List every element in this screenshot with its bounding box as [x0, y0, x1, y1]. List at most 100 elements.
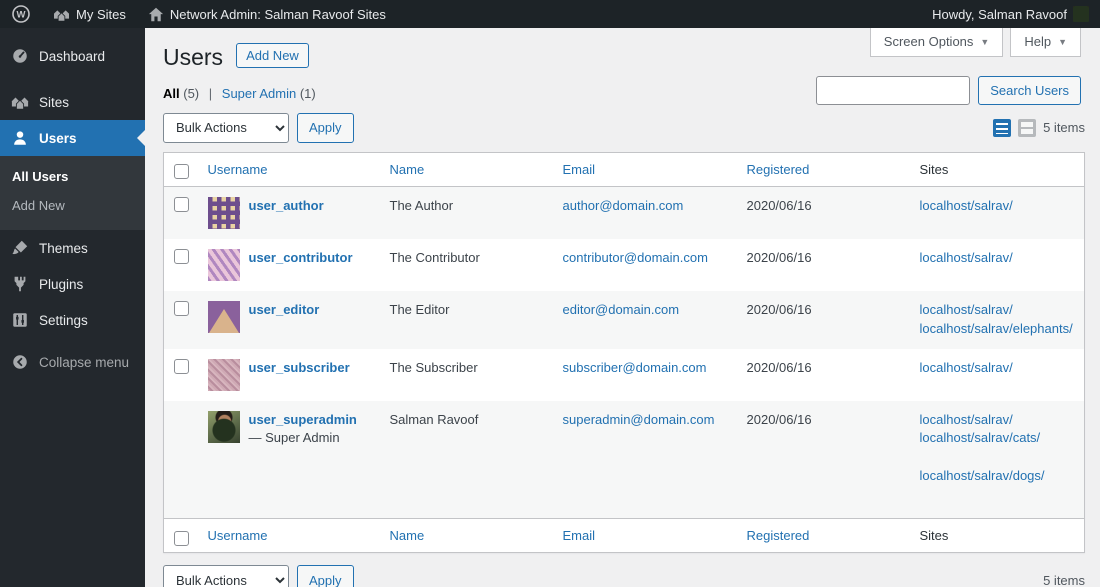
column-footer-registered[interactable]: Registered	[747, 528, 810, 543]
user-email-link[interactable]: author@domain.com	[563, 198, 684, 213]
help-label: Help	[1024, 34, 1052, 49]
column-footer-email[interactable]: Email	[563, 528, 596, 543]
site-link[interactable]: localhost/salrav/	[920, 301, 1075, 320]
search-users-button[interactable]: Search Users	[978, 76, 1081, 105]
chevron-down-icon: ▼	[980, 36, 990, 47]
username-link[interactable]: user_contributor	[249, 250, 353, 265]
sites-icon	[11, 93, 29, 111]
site-link[interactable]: localhost/salrav/elephants/	[920, 320, 1075, 339]
column-header-email[interactable]: Email	[563, 162, 596, 177]
search-input[interactable]	[816, 76, 971, 105]
user-name-text: The Subscriber	[389, 359, 478, 375]
users-submenu: All Users Add New	[0, 156, 145, 230]
submenu-item-label: Add New	[12, 198, 65, 213]
select-row-checkbox[interactable]	[174, 300, 189, 316]
collapse-menu-button[interactable]: Collapse menu	[0, 344, 145, 380]
network-admin-menu[interactable]: Network Admin: Salman Ravoof Sites	[137, 0, 397, 28]
user-name-text: The Author	[389, 197, 454, 213]
select-row-checkbox[interactable]	[174, 196, 189, 212]
plugins-icon	[11, 275, 29, 293]
user-email-link[interactable]: editor@domain.com	[563, 302, 680, 317]
site-link[interactable]: localhost/salrav/dogs/	[920, 467, 1075, 486]
sidebar-item-label: Themes	[39, 240, 88, 256]
column-header-registered[interactable]: Registered	[747, 162, 810, 177]
site-link[interactable]: localhost/salrav/	[920, 411, 1075, 430]
user-name-text: The Editor	[389, 301, 450, 317]
main-content: Screen Options ▼ Help ▼ Users Add New Se…	[145, 28, 1100, 587]
list-view-button[interactable]	[993, 118, 1012, 137]
sidebar-item-label: Collapse menu	[39, 354, 130, 370]
account-menu[interactable]: Howdy, Salman Ravoof	[921, 0, 1100, 28]
bulk-actions-select-bottom[interactable]: Bulk Actions	[163, 565, 289, 587]
column-header-username[interactable]: Username	[208, 162, 268, 177]
my-sites-menu[interactable]: My Sites	[42, 0, 137, 28]
select-all-checkbox[interactable]	[174, 164, 189, 180]
user-avatar	[207, 300, 240, 333]
column-header-name[interactable]: Name	[390, 162, 425, 177]
screen-meta-tabs: Screen Options ▼ Help ▼	[869, 28, 1081, 57]
network-admin-label: Network Admin: Salman Ravoof Sites	[169, 6, 386, 22]
sidebar-item-settings[interactable]: Settings	[0, 302, 145, 338]
user-avatar	[207, 248, 240, 281]
registered-date: 2020/06/16	[746, 301, 812, 317]
collapse-arrow-icon	[11, 353, 29, 371]
sidebar-item-label: Dashboard	[39, 48, 106, 64]
howdy-label: Howdy, Salman Ravoof	[932, 6, 1067, 22]
sidebar-item-themes[interactable]: Themes	[0, 230, 145, 266]
home-icon	[148, 7, 164, 22]
sidebar-item-label: Users	[39, 130, 77, 146]
wordpress-logo-icon: W	[11, 4, 31, 24]
registered-date: 2020/06/16	[746, 411, 812, 427]
chevron-down-icon: ▼	[1058, 36, 1067, 47]
sidebar-item-sites[interactable]: Sites	[0, 84, 145, 120]
apply-button[interactable]: Apply	[297, 112, 354, 143]
select-row-checkbox[interactable]	[174, 358, 189, 374]
sidebar-item-all-users[interactable]: All Users	[0, 162, 145, 191]
submenu-item-label: All Users	[12, 169, 69, 184]
site-link[interactable]: localhost/salrav/cats/	[920, 429, 1075, 448]
excerpt-view-button[interactable]	[1018, 118, 1037, 137]
themes-icon	[11, 239, 29, 257]
select-row-checkbox[interactable]	[174, 248, 189, 264]
user-name-text: The Contributor	[389, 249, 480, 265]
my-sites-label: My Sites	[76, 6, 126, 22]
dashboard-icon	[11, 47, 29, 65]
filter-all-link[interactable]: All	[163, 86, 180, 101]
bulk-actions-select[interactable]: Bulk Actions	[163, 112, 289, 143]
user-avatar	[207, 410, 240, 443]
user-email-link[interactable]: subscriber@domain.com	[563, 360, 707, 375]
help-button[interactable]: Help ▼	[1010, 28, 1081, 57]
column-footer-username[interactable]: Username	[208, 528, 268, 543]
user-email-link[interactable]: contributor@domain.com	[563, 250, 708, 265]
table-footer-row: Username Name Email Registered Sites	[163, 518, 1085, 553]
site-link[interactable]: localhost/salrav/	[920, 249, 1075, 268]
site-link[interactable]: localhost/salrav/	[920, 197, 1075, 216]
site-link[interactable]: localhost/salrav/	[920, 359, 1075, 378]
page-title: Users	[163, 44, 224, 70]
table-header-row: Username Name Email Registered Sites	[163, 152, 1085, 187]
select-all-checkbox[interactable]	[174, 530, 189, 546]
filter-super-admin-link[interactable]: Super Admin	[222, 86, 296, 101]
column-footer-name[interactable]: Name	[390, 528, 425, 543]
user-email-link[interactable]: superadmin@domain.com	[563, 412, 715, 427]
table-row: user_author The Author author@domain.com…	[163, 186, 1085, 239]
sidebar-item-plugins[interactable]: Plugins	[0, 266, 145, 302]
username-link[interactable]: user_superadmin	[249, 412, 357, 427]
username-link[interactable]: user_subscriber	[249, 360, 350, 375]
column-header-sites: Sites	[919, 161, 949, 177]
apply-button-bottom[interactable]: Apply	[297, 565, 354, 587]
view-switcher: 5 items	[993, 118, 1085, 137]
registered-date: 2020/06/16	[746, 359, 812, 375]
table-row: user_subscriber The Subscriber subscribe…	[164, 349, 1085, 401]
username-link[interactable]: user_editor	[249, 302, 320, 317]
username-link[interactable]: user_author	[249, 198, 324, 213]
add-new-button[interactable]: Add New	[236, 43, 309, 69]
sidebar-item-dashboard[interactable]: Dashboard	[0, 38, 145, 74]
sidebar-item-add-new[interactable]: Add New	[0, 191, 145, 220]
screen-options-button[interactable]: Screen Options ▼	[869, 28, 1004, 57]
super-admin-suffix: — Super Admin	[248, 430, 340, 446]
wordpress-logo-menu[interactable]: W	[0, 0, 42, 28]
sidebar-item-users[interactable]: Users	[0, 120, 145, 156]
users-table: Username Name Email Registered Sites use…	[163, 151, 1085, 554]
user-avatar	[207, 196, 240, 229]
